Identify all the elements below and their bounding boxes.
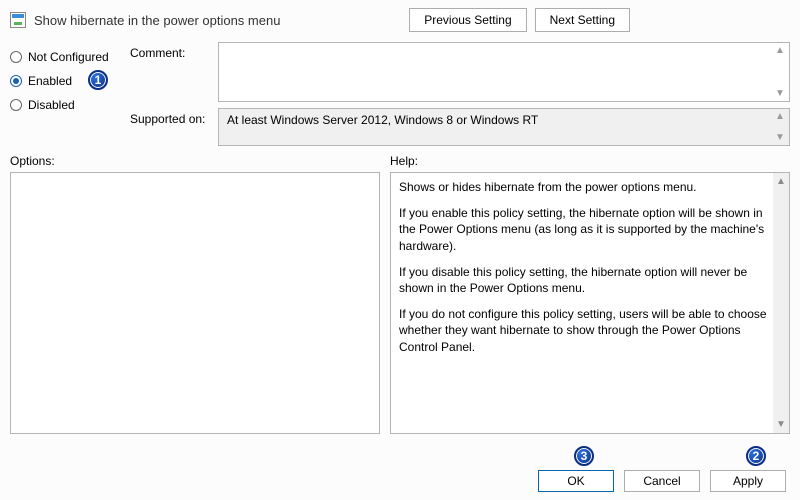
help-label: Help: xyxy=(390,154,790,168)
cancel-button[interactable]: Cancel xyxy=(624,470,700,492)
scroll-up-icon[interactable]: ▲ xyxy=(774,111,786,122)
apply-button[interactable]: Apply xyxy=(710,470,786,492)
scroll-down-icon[interactable]: ▼ xyxy=(774,132,786,143)
scroll-down-icon[interactable]: ▼ xyxy=(774,88,786,99)
previous-setting-button[interactable]: Previous Setting xyxy=(409,8,526,32)
help-p2: If you enable this policy setting, the h… xyxy=(399,205,771,254)
supported-on-value: At least Windows Server 2012, Windows 8 … xyxy=(227,113,538,127)
page-title: Show hibernate in the power options menu xyxy=(34,13,409,28)
radio-label: Not Configured xyxy=(28,50,109,64)
annotation-badge-3: 3 xyxy=(574,446,594,466)
radio-label: Enabled xyxy=(28,74,72,88)
radio-enabled[interactable]: Enabled 1 xyxy=(10,74,120,88)
policy-icon xyxy=(10,12,26,28)
annotation-badge-1: 1 xyxy=(88,70,108,90)
next-setting-button[interactable]: Next Setting xyxy=(535,8,630,32)
radio-icon xyxy=(10,99,22,111)
radio-not-configured[interactable]: Not Configured xyxy=(10,50,120,64)
options-panel xyxy=(10,172,380,434)
radio-disabled[interactable]: Disabled xyxy=(10,98,120,112)
help-p1: Shows or hides hibernate from the power … xyxy=(399,179,771,195)
help-panel: Shows or hides hibernate from the power … xyxy=(390,172,790,434)
help-p3: If you disable this policy setting, the … xyxy=(399,264,771,296)
radio-label: Disabled xyxy=(28,98,75,112)
scroll-up-icon[interactable]: ▲ xyxy=(776,173,786,191)
options-label: Options: xyxy=(10,154,380,168)
annotation-badge-2: 2 xyxy=(746,446,766,466)
help-p4: If you do not configure this policy sett… xyxy=(399,306,771,355)
comment-label: Comment: xyxy=(130,42,210,102)
scroll-down-icon[interactable]: ▼ xyxy=(776,416,786,434)
ok-button[interactable]: OK xyxy=(538,470,614,492)
comment-textarea[interactable]: ▲ ▼ xyxy=(218,42,790,102)
supported-on-label: Supported on: xyxy=(130,108,210,146)
supported-on-box: At least Windows Server 2012, Windows 8 … xyxy=(218,108,790,146)
help-scrollbar[interactable]: ▲ ▼ xyxy=(773,173,789,433)
radio-icon xyxy=(10,75,22,87)
radio-icon xyxy=(10,51,22,63)
scroll-up-icon[interactable]: ▲ xyxy=(774,45,786,56)
